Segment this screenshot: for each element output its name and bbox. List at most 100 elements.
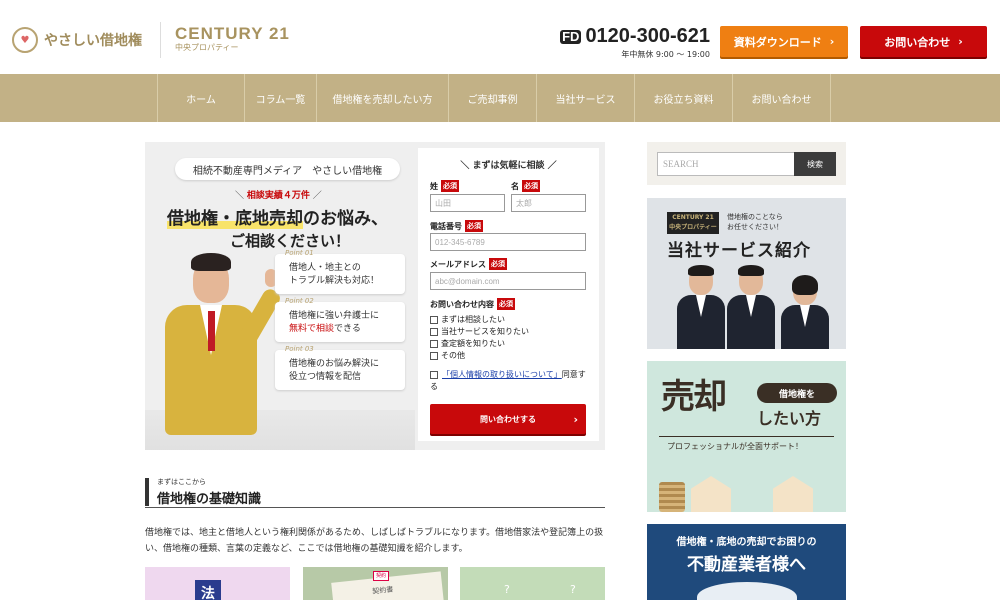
badge-sub: 中央プロパティー	[669, 224, 717, 231]
checkbox[interactable]	[430, 315, 438, 324]
email-label: メールアドレス 必須	[430, 258, 507, 270]
nav-item-contact[interactable]: お問い合わせ	[733, 74, 831, 122]
point-text: 借地権に強い弁護士に 無料で相談できる	[289, 310, 379, 336]
privacy-consent[interactable]: 「個人情報の取り扱いについて」同意する	[430, 369, 590, 393]
nav-label: 当社サービス	[555, 94, 616, 106]
last-name-input[interactable]: 山田	[430, 194, 505, 212]
label-text: 名	[511, 181, 519, 191]
house-icon	[773, 476, 813, 512]
nav-item-home[interactable]: ホーム	[158, 74, 245, 122]
media-tag: 相続不動産専門メディア やさしい借地権	[175, 158, 400, 180]
point-label: Point 01	[285, 249, 314, 257]
banner-tagline: 借地権のことなら お任せください！	[727, 212, 783, 232]
record-text: 相談実績４万件	[246, 191, 310, 201]
banner-divider	[659, 436, 834, 437]
required-badge: 必須	[465, 220, 483, 232]
option-label: まずは相談したい	[441, 315, 505, 324]
banner-realestate-agents[interactable]: 借地権・底地の売却でお困りの 不動産業者様へ	[647, 524, 846, 600]
nav-item-cases[interactable]: ご売却事例	[449, 74, 537, 122]
section-subtitle: まずはここから	[157, 478, 206, 486]
headline-highlight: 借地権・底地売却	[167, 209, 303, 229]
section-heading: 借地権の基礎知識	[145, 478, 605, 508]
article-thumbnail-question[interactable]: ? ?	[460, 567, 605, 600]
header-divider	[160, 22, 161, 58]
inquiry-option-1[interactable]: まずは相談したい	[430, 314, 505, 325]
global-nav: ホーム コラム一覧 借地権を売却したい方 ご売却事例 当社サービス お役立ち資料…	[0, 74, 1000, 122]
phone-label: 電話番号 必須	[430, 220, 483, 232]
consult-form: ＼ まずは気軽に相談 ／ 姓必須 名必須 山田 太郎 電話番号 必須 012-34…	[418, 148, 599, 441]
section-title: 借地権の基礎知識	[157, 492, 262, 507]
phone-input[interactable]: 012-345-6789	[430, 233, 586, 251]
contact-button[interactable]: お問い合わせ ›	[860, 26, 987, 57]
point-line: トラブル解決も対応！	[289, 276, 380, 286]
freedial-icon: FD	[560, 28, 582, 44]
nav-item-services[interactable]: 当社サービス	[537, 74, 635, 122]
nav-label: お役立ち資料	[653, 94, 714, 106]
question-icon: ?	[570, 583, 576, 596]
banner-pill: 借地権を	[757, 383, 837, 403]
inquiry-option-4[interactable]: その他	[430, 350, 465, 361]
phone-number[interactable]: 0120-300-621	[585, 25, 710, 48]
label-text: お問い合わせ内容	[430, 299, 494, 309]
banner-line-1: 借地権・底地の売却でお困りの	[676, 537, 817, 548]
checkbox[interactable]	[430, 339, 438, 348]
privacy-link[interactable]: 「個人情報の取り扱いについて」	[442, 370, 562, 379]
banner-sell[interactable]: 売却 借地権を したい方 プロフェッショナルが全面サポート！	[647, 361, 846, 512]
submit-button[interactable]: 問い合わせする ›	[430, 404, 586, 434]
nav-item-columns[interactable]: コラム一覧	[245, 74, 317, 122]
email-input[interactable]: abc@domain.com	[430, 272, 586, 290]
staff-illustration	[677, 265, 725, 349]
first-name-label: 名必須	[511, 180, 540, 192]
point-line: 借地人・地主との	[289, 263, 361, 273]
chevron-right-icon: ›	[573, 412, 578, 426]
nav-item-resources[interactable]: お役立ち資料	[635, 74, 733, 122]
staff-illustration	[781, 275, 829, 349]
inquiry-option-3[interactable]: 査定額を知りたい	[430, 338, 505, 349]
checkbox[interactable]	[430, 327, 438, 336]
point-text: 借地人・地主とのトラブル解決も対応！	[289, 262, 379, 288]
first-name-input[interactable]: 太郎	[511, 194, 586, 212]
label-text: 姓	[430, 181, 438, 191]
banner-big-text: 売却	[661, 377, 727, 417]
download-label: 資料ダウンロード	[733, 35, 822, 49]
point-line: できる	[334, 324, 361, 334]
coins-icon	[659, 482, 685, 512]
nav-label: お問い合わせ	[751, 94, 812, 106]
contact-label: お問い合わせ	[884, 35, 951, 49]
banner-title: 当社サービス紹介	[667, 241, 811, 261]
checkbox[interactable]	[430, 351, 438, 360]
submit-label: 問い合わせする	[480, 414, 536, 424]
headline-rest: のお悩み、	[303, 209, 388, 229]
banner-services[interactable]: CENTURY 21 中央プロパティー 借地権のことなら お任せください！ 当社サー…	[647, 198, 846, 349]
century21-logo[interactable]: CENTURY 21 中央プロパティー	[175, 24, 290, 53]
download-button[interactable]: 資料ダウンロード ›	[720, 26, 848, 57]
article-thumbnail-contract[interactable]: 契約書 契約	[303, 567, 448, 600]
point-label: Point 02	[285, 297, 314, 305]
point-label: Point 03	[285, 345, 314, 353]
point-text: 借地権のお悩み解決に 役立つ情報を配信	[289, 358, 379, 384]
staff-illustration	[727, 265, 775, 349]
nav-label: 借地権を売却したい方	[332, 94, 433, 106]
contract-text: 契約書	[371, 585, 394, 596]
stamp-icon: 契約	[373, 571, 389, 581]
site-logo[interactable]: ♥ やさしい借地権	[12, 27, 142, 53]
banner-line-2: 不動産業者様へ	[687, 555, 806, 575]
point-01: Point 01 借地人・地主とのトラブル解決も対応！	[275, 249, 405, 294]
record-suffix: ／	[309, 191, 322, 201]
point-line: 役立つ情報を配信	[289, 372, 362, 382]
nav-item-sell[interactable]: 借地権を売却したい方	[317, 74, 449, 122]
article-thumbnail-law[interactable]: 法	[145, 567, 290, 600]
search-button[interactable]: 検索	[794, 152, 836, 176]
inquiry-option-2[interactable]: 当社サービスを知りたい	[430, 326, 529, 337]
tag-line: 借地権のことなら	[727, 213, 783, 221]
nav-label: ご売却事例	[467, 94, 518, 106]
option-label: 査定額を知りたい	[441, 339, 505, 348]
required-badge: 必須	[497, 298, 515, 310]
privacy-checkbox[interactable]	[430, 370, 438, 379]
point-line: 借地権のお悩み解決に	[289, 359, 380, 369]
search-input[interactable]: SEARCH	[657, 152, 795, 176]
business-hours: 年中無休 9:00 〜 19:00	[621, 50, 710, 59]
section-body: 借地権では、地主と借地人という権利関係があるため、しばしばトラブルになります。借…	[145, 528, 604, 554]
spokesperson-illustration	[153, 247, 283, 447]
point-line: 借地権に強い弁護士に	[289, 311, 380, 321]
